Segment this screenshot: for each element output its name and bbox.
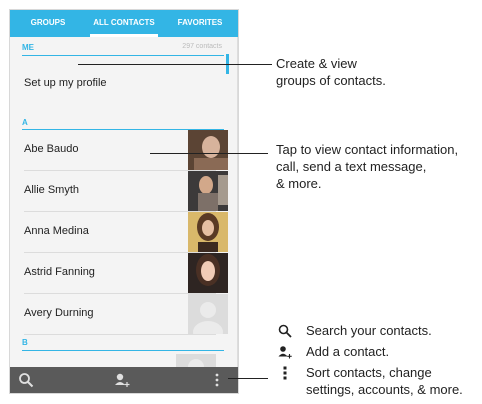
contact-row[interactable]: Avery Durning: [24, 294, 228, 335]
contact-list[interactable]: ME 297 contacts Set up my profile A Abe …: [10, 37, 238, 367]
contact-row[interactable]: Allie Smyth: [24, 171, 228, 212]
contact-photo: [188, 212, 228, 252]
callout-line-groups: [78, 64, 272, 65]
legend-add-text: Add a contact.: [306, 344, 390, 359]
contact-name: Astrid Fanning: [24, 266, 95, 278]
section-header-me: ME 297 contacts: [22, 41, 224, 56]
legend-search-text: Search your contacts.: [306, 323, 432, 338]
section-a-label: A: [22, 118, 28, 127]
contact-row[interactable]: Astrid Fanning: [24, 253, 228, 294]
action-bar: [10, 367, 238, 393]
search-icon[interactable]: [18, 372, 34, 388]
contact-name: Avery Durning: [24, 307, 94, 319]
legend-search-icon: [278, 324, 292, 338]
contact-name: Abe Baudo: [24, 143, 79, 155]
contact-count: 297 contacts: [182, 43, 222, 50]
legend-menu-text: Sort contacts, change settings, accounts…: [306, 364, 463, 398]
contact-photo: [188, 253, 228, 293]
set-up-profile-item[interactable]: Set up my profile: [24, 77, 107, 89]
tab-favorites[interactable]: FAVORITES: [162, 10, 238, 37]
tab-all-contacts[interactable]: ALL CONTACTS: [86, 10, 162, 37]
callout-line-menu: [228, 378, 268, 379]
contact-row[interactable]: Abe Baudo: [24, 130, 228, 171]
callout-groups-line-2: groups of contacts.: [276, 73, 386, 88]
scroll-track: [237, 37, 238, 367]
callout-contact-line-2: call, send a text message,: [276, 159, 427, 174]
legend-menu-line-1: Sort contacts, change: [306, 365, 432, 380]
contact-photo-placeholder: [188, 294, 228, 334]
contact-name: Allie Smyth: [24, 184, 80, 196]
section-header-b: B: [22, 336, 224, 351]
legend-menu-line-2: settings, accounts, & more.: [306, 382, 463, 397]
contact-photo-placeholder: [176, 354, 216, 367]
section-header-a: A: [22, 115, 224, 130]
overflow-menu-icon[interactable]: [209, 372, 225, 388]
tab-groups[interactable]: GROUPS: [10, 10, 86, 37]
callout-contact: Tap to view contact information, call, s…: [276, 141, 458, 192]
phone-screen: GROUPS ALL CONTACTS FAVORITES ME 297 con…: [10, 10, 238, 393]
contact-name: Anna Medina: [24, 225, 89, 237]
me-header-label: ME: [22, 43, 34, 52]
callout-contact-line-3: & more.: [276, 176, 322, 191]
contact-row[interactable]: Anna Medina: [24, 212, 228, 253]
tab-bar: GROUPS ALL CONTACTS FAVORITES: [10, 10, 238, 37]
add-contact-icon[interactable]: [114, 372, 130, 388]
callout-groups: Create & view groups of contacts.: [276, 55, 386, 89]
legend-add-contact-icon: [278, 345, 292, 359]
section-b-label: B: [22, 338, 28, 347]
callout-line-contact: [150, 153, 268, 154]
legend-menu-icon: [278, 366, 292, 380]
callout-contact-line-1: Tap to view contact information,: [276, 142, 459, 157]
contact-photo: [188, 171, 228, 211]
contact-photo: [188, 130, 228, 170]
callout-groups-line-1: Create & view: [276, 56, 357, 71]
